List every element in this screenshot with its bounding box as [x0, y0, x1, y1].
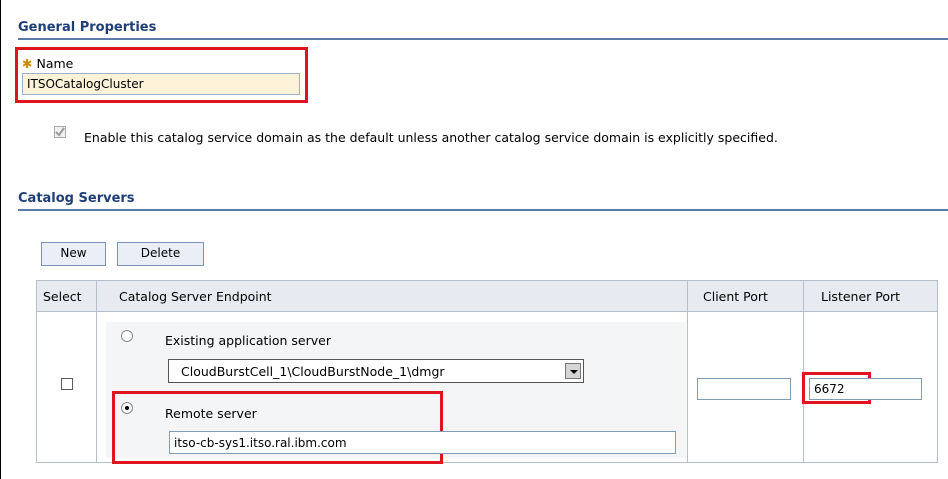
- name-label-group: ✱ Name: [22, 56, 73, 71]
- existing-server-select[interactable]: CloudBurstCell_1\CloudBurstNode_1\dmgr: [168, 359, 584, 383]
- existing-server-value: CloudBurstCell_1\CloudBurstNode_1\dmgr: [181, 364, 445, 379]
- catalog-servers-title: Catalog Servers: [18, 191, 135, 206]
- new-button[interactable]: New: [41, 242, 106, 266]
- general-properties-title: General Properties: [18, 20, 157, 35]
- remote-server-label: Remote server: [165, 406, 257, 421]
- required-asterisk-icon: ✱: [22, 56, 33, 71]
- existing-server-radio[interactable]: [121, 330, 133, 342]
- name-label: Name: [36, 56, 74, 71]
- column-listener-port: Listener Port: [803, 280, 938, 312]
- remote-server-input[interactable]: [169, 431, 676, 454]
- listener-port-input[interactable]: [809, 378, 922, 400]
- column-client-port: Client Port: [687, 280, 804, 312]
- name-input[interactable]: [22, 73, 300, 95]
- column-select: Select: [36, 280, 97, 312]
- column-endpoint: Catalog Server Endpoint: [96, 280, 688, 312]
- table-header-row: Select Catalog Server Endpoint Client Po…: [36, 280, 938, 312]
- row-select-checkbox[interactable]: [61, 378, 73, 390]
- delete-button[interactable]: Delete: [117, 242, 204, 266]
- remote-server-radio[interactable]: [121, 402, 133, 414]
- chevron-down-icon[interactable]: [565, 363, 581, 379]
- existing-server-label: Existing application server: [165, 333, 331, 348]
- client-port-input[interactable]: [697, 378, 791, 400]
- default-domain-text: Enable this catalog service domain as th…: [84, 130, 778, 145]
- catalog-servers-rule: [18, 209, 948, 211]
- general-properties-rule: [18, 38, 948, 40]
- page-left-border: [0, 0, 1, 479]
